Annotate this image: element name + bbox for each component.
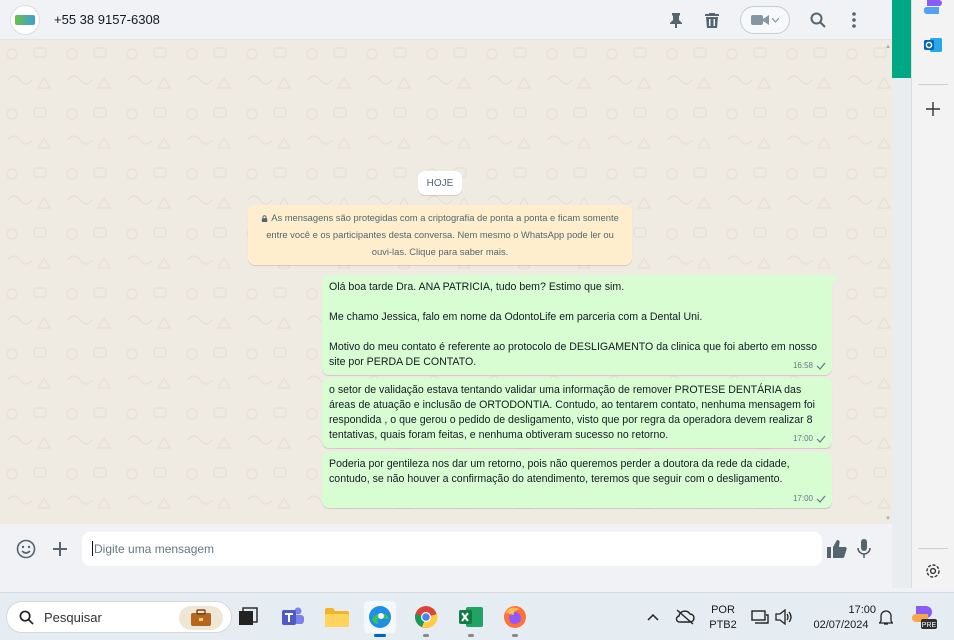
contact-logo	[15, 14, 35, 25]
running-indicator	[468, 634, 474, 637]
message-bubble[interactable]: Olá boa tarde Dra. ANA PATRICIA, tudo be…	[322, 275, 839, 375]
message-meta: 17:00	[793, 491, 826, 506]
chat-area[interactable]: ▲ ▼ HOJE As mensagens são protegidas com…	[0, 40, 892, 524]
bubble-tail	[831, 275, 839, 285]
microphone-icon[interactable]	[853, 538, 875, 560]
message-meta: 16:58	[793, 358, 826, 373]
outlook-icon[interactable]	[922, 34, 944, 56]
running-indicator	[423, 634, 429, 637]
chat-header: +55 38 9157-6308	[0, 0, 892, 40]
windows-taskbar: Pesquisar POR PTB2 17:00 02/07/2024 PRE	[0, 592, 954, 640]
check-icon	[816, 435, 826, 443]
message-time: 17:00	[792, 434, 813, 443]
edge-divider	[918, 84, 948, 85]
message-text: Olá boa tarde Dra. ANA PATRICIA, tudo be…	[329, 281, 817, 368]
message-composer	[0, 524, 892, 574]
message-bubble[interactable]: o setor de validação estava tentando val…	[322, 378, 832, 448]
message-text: o setor de validação estava tentando val…	[329, 384, 818, 441]
message-text: Poderia por gentileza nos dar um retorno…	[329, 458, 793, 485]
more-icon[interactable]	[836, 2, 872, 38]
emoji-icon[interactable]	[15, 538, 37, 560]
video-call-button[interactable]	[740, 6, 790, 34]
language-label: POR	[711, 604, 735, 616]
network-icon[interactable]	[748, 601, 772, 633]
header-actions	[658, 0, 872, 40]
contact-name[interactable]: +55 38 9157-6308	[54, 12, 160, 27]
message-time: 16:58	[792, 361, 813, 370]
copilot-badge: PRE	[922, 622, 937, 629]
volume-icon[interactable]	[772, 601, 796, 633]
task-view-icon[interactable]	[232, 601, 264, 633]
thumbs-up-icon[interactable]	[826, 538, 848, 560]
message-bubble[interactable]: Poderia por gentileza nos dar um retorno…	[322, 452, 832, 508]
encryption-notice[interactable]: As mensagens são protegidas com a cripto…	[248, 205, 632, 265]
accent-strip	[892, 0, 911, 78]
trash-icon[interactable]	[694, 2, 730, 38]
message-time: 17:00	[792, 494, 813, 503]
date-separator: HOJE	[418, 171, 462, 195]
scroll-down-arrow[interactable]: ▼	[884, 516, 892, 522]
encryption-notice-text: As mensagens são protegidas com a cripto…	[266, 212, 619, 257]
search-icon[interactable]	[800, 2, 836, 38]
clock-time: 17:00	[848, 604, 876, 616]
chevron-up-icon[interactable]	[638, 601, 668, 633]
attach-plus-icon[interactable]	[49, 538, 71, 560]
search-icon	[19, 610, 34, 625]
language-indicator[interactable]: POR PTB2	[704, 603, 742, 633]
briefcase-icon[interactable]	[179, 606, 223, 630]
taskbar-search-label: Pesquisar	[44, 609, 102, 625]
excel-icon[interactable]	[455, 601, 487, 637]
system-clock[interactable]: 17:00 02/07/2024	[806, 603, 876, 633]
contact-avatar[interactable]	[10, 4, 40, 35]
message-input[interactable]	[82, 532, 822, 566]
scroll-up-arrow[interactable]: ▲	[884, 44, 892, 50]
edge-sidebar	[911, 0, 954, 588]
cloud-offline-icon[interactable]	[670, 601, 700, 633]
firefox-icon[interactable]	[499, 601, 531, 637]
check-icon	[816, 495, 826, 503]
edge-divider	[918, 548, 948, 549]
add-icon[interactable]	[922, 98, 944, 120]
chrome-icon[interactable]	[410, 601, 442, 637]
edge-browser-icon[interactable]	[364, 601, 396, 637]
chevron-down-icon	[772, 17, 779, 23]
file-explorer-icon[interactable]	[321, 601, 353, 633]
copilot-icon[interactable]	[922, 0, 944, 18]
taskbar-search[interactable]: Pesquisar	[6, 601, 232, 633]
window-edge	[892, 78, 911, 588]
message-meta: 17:00	[793, 431, 826, 446]
notification-bell-icon[interactable]	[872, 601, 900, 633]
copilot-taskbar-icon[interactable]: PRE	[906, 601, 942, 633]
settings-gear-icon[interactable]	[922, 560, 944, 582]
text-caret	[92, 541, 93, 556]
pin-icon[interactable]	[658, 2, 694, 38]
running-indicator	[512, 634, 518, 637]
active-indicator	[374, 634, 386, 637]
video-call-icon	[751, 15, 769, 25]
lock-icon	[261, 215, 268, 222]
clock-date: 02/07/2024	[813, 619, 869, 631]
check-icon	[816, 362, 826, 370]
keyboard-label: PTB2	[709, 619, 737, 631]
teams-icon[interactable]	[277, 601, 309, 633]
